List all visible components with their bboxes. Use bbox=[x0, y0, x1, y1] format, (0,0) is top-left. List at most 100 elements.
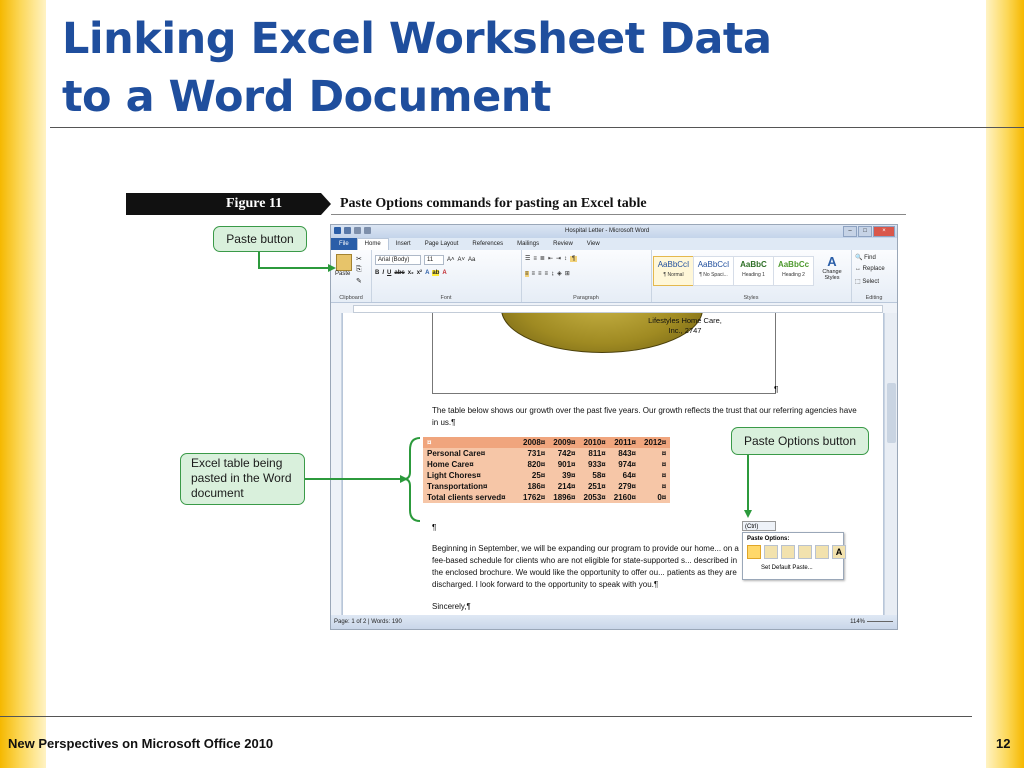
word-count[interactable]: Words: 190 bbox=[371, 619, 402, 625]
copy-icon[interactable]: ⎘ bbox=[356, 266, 362, 274]
align-right-icon[interactable]: ≡ bbox=[538, 271, 542, 277]
find-button[interactable]: 🔍 Find bbox=[855, 254, 876, 261]
italic-icon[interactable]: I bbox=[382, 270, 384, 276]
chart-frame[interactable]: Lifestyles Home Care, Inc., 2747 bbox=[432, 313, 776, 394]
excel-table[interactable]: ¤ 2008¤ 2009¤ 2010¤ 2011¤ 2012¤ Personal… bbox=[423, 437, 671, 503]
text-effects-icon[interactable]: A bbox=[425, 270, 429, 276]
font-size-select[interactable]: 11 bbox=[424, 255, 444, 265]
bullets-icon[interactable]: ☰ bbox=[525, 255, 530, 262]
paragraph-group: ☰ ≡ ≣ ⇤ ⇥ ↕ ¶ ≡ ≡ ≡ ≡ ↨ ◈ ⊞ Paragraph bbox=[521, 250, 652, 302]
chart-pilcrow: ¶ bbox=[774, 385, 779, 394]
tab-mailings[interactable]: Mailings bbox=[510, 241, 546, 247]
paste-as-picture-icon[interactable] bbox=[815, 545, 829, 559]
clipboard-group-label: Clipboard bbox=[339, 295, 363, 301]
tab-review[interactable]: Review bbox=[546, 241, 580, 247]
table-cell: 2053¤ bbox=[583, 493, 606, 502]
save-icon[interactable] bbox=[344, 227, 351, 234]
replace-button[interactable]: ↔ Replace bbox=[855, 266, 885, 272]
table-cell: 1896¤ bbox=[553, 493, 576, 502]
redo-icon[interactable] bbox=[364, 227, 371, 234]
table-cell: Total clients served¤ bbox=[427, 492, 506, 502]
figure-rule bbox=[331, 214, 906, 215]
style-heading-1-label: Heading 1 bbox=[742, 272, 765, 278]
tab-file[interactable]: File bbox=[331, 238, 357, 250]
style-heading-1[interactable]: AaBbC Heading 1 bbox=[733, 256, 774, 286]
link-use-destination-icon[interactable] bbox=[798, 545, 812, 559]
vertical-scrollbar[interactable] bbox=[884, 313, 897, 615]
increase-indent-icon[interactable]: ⇥ bbox=[556, 255, 561, 262]
title-line-1: Linking Excel Worksheet Data bbox=[62, 14, 772, 64]
style-normal[interactable]: AaBbCcI ¶ Normal bbox=[653, 256, 694, 286]
paste-options-menu: Paste Options: A Set Default Paste... bbox=[742, 532, 846, 580]
subscript-icon[interactable]: x₂ bbox=[408, 270, 414, 276]
select-button[interactable]: ⬚ Select bbox=[855, 278, 879, 285]
strikethrough-icon[interactable]: abc bbox=[394, 270, 404, 276]
style-no-spacing[interactable]: AaBbCcI ¶ No Spaci... bbox=[693, 256, 734, 286]
footer-divider bbox=[0, 716, 972, 717]
tab-insert[interactable]: Insert bbox=[389, 241, 418, 247]
set-default-paste[interactable]: Set Default Paste... bbox=[761, 565, 813, 571]
paste-button[interactable] bbox=[336, 254, 352, 271]
table-cell: 279¤ bbox=[618, 482, 636, 491]
tab-page-layout[interactable]: Page Layout bbox=[418, 241, 466, 247]
highlight-icon[interactable]: ab bbox=[432, 270, 440, 276]
show-formatting-icon[interactable]: ¶ bbox=[570, 255, 578, 262]
callout-paste-button: Paste button bbox=[213, 226, 307, 252]
vertical-ruler[interactable] bbox=[331, 313, 342, 615]
ribbon: Paste ✂ ⎘ ✎ Clipboard Arial (Body) 11 A˄… bbox=[331, 250, 897, 303]
link-keep-source-icon[interactable] bbox=[781, 545, 795, 559]
select-label: Select bbox=[862, 279, 880, 285]
document-page[interactable]: Lifestyles Home Care, Inc., 2747 ¶ The t… bbox=[343, 313, 883, 615]
font-group-label: Font bbox=[440, 295, 452, 301]
font-name-select[interactable]: Arial (Body) bbox=[375, 255, 421, 265]
zoom-slider[interactable] bbox=[867, 621, 893, 622]
justify-icon[interactable]: ≡ bbox=[545, 271, 549, 277]
superscript-icon[interactable]: x² bbox=[417, 270, 422, 276]
table-cell: 186¤ bbox=[527, 482, 546, 491]
format-painter-icon[interactable]: ✎ bbox=[356, 277, 362, 285]
center-icon[interactable]: ≡ bbox=[532, 271, 536, 277]
font-color-icon[interactable]: A bbox=[442, 270, 446, 276]
style-heading-2-label: Heading 2 bbox=[782, 272, 805, 278]
undo-icon[interactable] bbox=[354, 227, 361, 234]
cut-icon[interactable]: ✂ bbox=[356, 255, 362, 263]
tab-references[interactable]: References bbox=[465, 241, 510, 247]
page-count[interactable]: Page: 1 of 2 bbox=[334, 619, 366, 625]
keep-source-formatting-icon[interactable] bbox=[747, 545, 761, 559]
tab-home[interactable]: Home bbox=[356, 238, 389, 250]
minimize-icon[interactable]: – bbox=[843, 226, 857, 237]
align-left-icon[interactable]: ≡ bbox=[525, 270, 529, 277]
scrollbar-thumb[interactable] bbox=[887, 383, 896, 443]
paragraph-row-2: ≡ ≡ ≡ ≡ ↨ ◈ ⊞ bbox=[525, 270, 570, 277]
bold-icon[interactable]: B bbox=[375, 270, 379, 276]
table-cell: 251¤ bbox=[587, 482, 606, 491]
figure-number: Figure 11 bbox=[226, 196, 283, 211]
close-icon[interactable]: × bbox=[873, 226, 895, 237]
change-styles-button[interactable]: A Change Styles bbox=[817, 254, 847, 281]
style-heading-2[interactable]: AaBbCc Heading 2 bbox=[773, 256, 814, 286]
keep-text-only-icon[interactable]: A bbox=[832, 545, 846, 559]
numbering-icon[interactable]: ≡ bbox=[533, 256, 537, 262]
sort-icon[interactable]: ↕ bbox=[564, 256, 567, 262]
shading-icon[interactable]: ◈ bbox=[557, 270, 562, 277]
table-header-cell: 2012¤ bbox=[640, 437, 671, 448]
window-title: Hospital Letter - Microsoft Word bbox=[565, 228, 650, 234]
paragraph-row-1: ☰ ≡ ≣ ⇤ ⇥ ↕ ¶ bbox=[525, 255, 578, 262]
change-case-icon[interactable]: Aa bbox=[468, 257, 475, 263]
decrease-indent-icon[interactable]: ⇤ bbox=[548, 255, 553, 262]
table-cell: 58¤ bbox=[592, 471, 606, 480]
replace-icon: ↔ bbox=[855, 266, 861, 272]
use-destination-styles-icon[interactable] bbox=[764, 545, 778, 559]
line-spacing-icon[interactable]: ↨ bbox=[551, 271, 554, 277]
maximize-icon[interactable]: □ bbox=[858, 226, 872, 237]
borders-icon[interactable]: ⊞ bbox=[565, 270, 570, 277]
shrink-font-icon[interactable]: A˅ bbox=[458, 257, 466, 263]
paste-options-button[interactable]: (Ctrl) bbox=[742, 521, 776, 531]
underline-icon[interactable]: U bbox=[387, 270, 391, 276]
paragraph-group-label: Paragraph bbox=[573, 295, 599, 301]
tab-view[interactable]: View bbox=[580, 241, 607, 247]
grow-font-icon[interactable]: A˄ bbox=[447, 257, 455, 263]
table-cell: 811¤ bbox=[588, 449, 606, 458]
zoom-level[interactable]: 114% bbox=[850, 619, 865, 625]
multilevel-list-icon[interactable]: ≣ bbox=[540, 255, 545, 262]
